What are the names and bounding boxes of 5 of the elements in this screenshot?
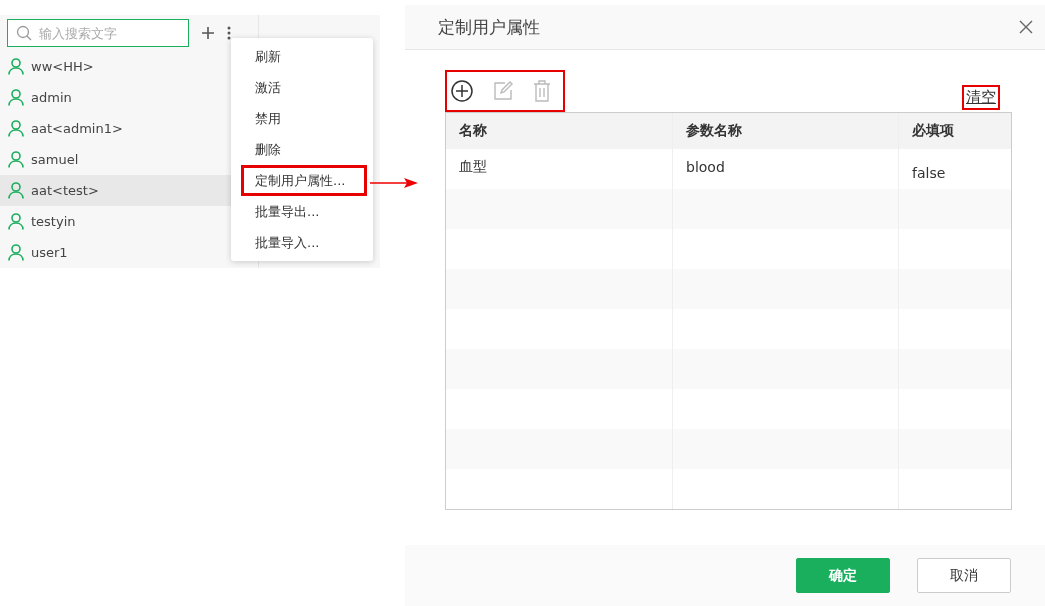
column-header: 参数名称 <box>673 113 899 149</box>
column-header: 名称 <box>446 113 673 149</box>
dialog-title: 定制用户属性 <box>438 15 540 39</box>
table-cell-text: false <box>911 164 947 183</box>
column-header: 必填项 <box>911 121 955 140</box>
